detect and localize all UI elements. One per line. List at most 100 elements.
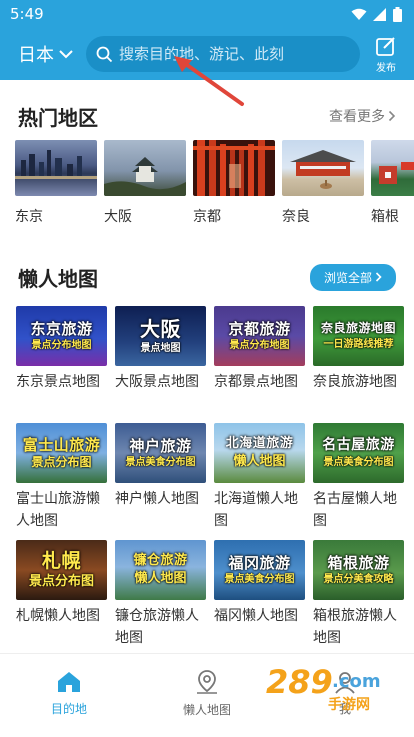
map-name: 北海道懒人地图 <box>214 491 298 529</box>
nav-label: 懒人地图 <box>182 703 231 717</box>
house-icon <box>58 672 80 692</box>
lazy-maps-title: 懒人地图 <box>18 266 98 291</box>
publish-label: 发布 <box>376 62 396 74</box>
map-card-nara[interactable]: 奈良旅游地图 一日游路线推荐 奈良旅游地图 <box>313 306 404 415</box>
map-name: 富士山旅游懒人地图 <box>16 491 100 529</box>
cover-subtitle: 景点美食分布图 <box>125 457 196 469</box>
map-card-nagoya[interactable]: 名古屋旅游 景点美食分布图 名古屋懒人地图 <box>313 423 404 532</box>
search-bar[interactable] <box>86 36 360 72</box>
hot-region-name: 大阪 <box>104 209 132 225</box>
nara-photo <box>282 140 364 196</box>
map-cover: 大阪 景点地图 <box>115 306 206 366</box>
hot-regions-list: 东京 大阪 京都 奈良 箱根 <box>0 140 414 226</box>
hot-region-name: 京都 <box>193 209 221 225</box>
map-name: 福冈懒人地图 <box>214 608 298 624</box>
map-cover: 镰仓旅游 懒人地图 <box>115 540 206 600</box>
cover-subtitle: 景点分美食攻略 <box>323 574 394 586</box>
hot-region-name: 东京 <box>15 209 43 225</box>
tokyo-photo <box>15 140 97 196</box>
publish-button[interactable]: 发布 <box>372 35 400 74</box>
hot-region-tokyo[interactable]: 东京 <box>15 140 97 226</box>
map-cover: 北海道旅游 懒人地图 <box>214 423 305 483</box>
map-name: 大阪景点地图 <box>115 374 199 390</box>
map-card-hakone[interactable]: 箱根旅游 景点分美食攻略 箱根旅游懒人地图 <box>313 540 404 649</box>
search-input[interactable] <box>119 45 348 63</box>
map-card-sapporo[interactable]: 札幌 景点分布图 札幌懒人地图 <box>16 540 107 649</box>
cover-subtitle: 懒人地图 <box>233 453 286 469</box>
hot-region-osaka[interactable]: 大阪 <box>104 140 186 226</box>
map-card-kamakura[interactable]: 镰仓旅游 懒人地图 镰仓旅游懒人地图 <box>115 540 206 649</box>
map-cover: 富士山旅游 景点分布图 <box>16 423 107 483</box>
map-name: 名古屋懒人地图 <box>313 491 397 529</box>
map-name: 镰仓旅游懒人地图 <box>115 608 199 646</box>
browse-all-button[interactable]: 浏览全部 <box>309 263 396 291</box>
nav-destination[interactable]: 目的地 <box>0 654 138 737</box>
hakone-photo <box>371 140 414 196</box>
cover-title: 箱根旅游 <box>327 553 390 572</box>
search-icon <box>96 46 113 62</box>
cover-title: 神户旅游 <box>129 436 192 455</box>
cover-subtitle: 景点分布图 <box>31 455 92 470</box>
map-name: 京都景点地图 <box>214 374 298 390</box>
map-card-osaka[interactable]: 大阪 景点地图 大阪景点地图 <box>115 306 206 415</box>
hot-region-nara[interactable]: 奈良 <box>282 140 364 226</box>
hot-region-name: 箱根 <box>371 209 399 225</box>
status-bar: 5:49 <box>0 0 414 28</box>
map-card-hokkaido[interactable]: 北海道旅游 懒人地图 北海道懒人地图 <box>214 423 305 532</box>
hot-regions-title: 热门地区 <box>18 105 98 130</box>
cover-title: 镰仓旅游 <box>133 553 188 569</box>
cover-subtitle: 懒人地图 <box>134 570 187 586</box>
hot-region-hakone[interactable]: 箱根 <box>371 140 414 226</box>
chevron-right-icon <box>375 272 382 282</box>
map-name: 奈良旅游地图 <box>313 374 397 390</box>
cover-subtitle: 景点美食分布图 <box>224 574 295 586</box>
lazy-maps-grid: 东京旅游 景点分布地图 东京景点地图 大阪 景点地图 大阪景点地图 京都旅游 景… <box>0 306 414 649</box>
map-cover: 札幌 景点分布图 <box>16 540 107 600</box>
cover-title: 奈良旅游地图 <box>320 321 396 336</box>
region-label: 日本 <box>18 45 54 66</box>
hot-region-name: 奈良 <box>282 209 310 225</box>
map-card-fuji[interactable]: 富士山旅游 景点分布图 富士山旅游懒人地图 <box>16 423 107 532</box>
cover-subtitle: 景点地图 <box>140 343 181 354</box>
cover-subtitle: 景点美食分布图 <box>323 456 394 468</box>
map-cover: 奈良旅游地图 一日游路线推荐 <box>313 306 404 366</box>
nav-me[interactable]: 我 <box>276 654 414 737</box>
cover-title: 富士山旅游 <box>22 435 101 454</box>
chevron-right-icon <box>388 110 396 122</box>
status-icons <box>351 6 402 22</box>
edit-icon <box>376 36 395 56</box>
map-name: 东京景点地图 <box>16 374 100 390</box>
see-more-link[interactable]: 查看更多 <box>329 106 396 126</box>
map-card-kyoto[interactable]: 京都旅游 景点分布地图 京都景点地图 <box>214 306 305 415</box>
map-name: 札幌懒人地图 <box>16 608 100 624</box>
osaka-photo <box>104 140 186 196</box>
battery-icon <box>393 6 402 22</box>
map-card-fukuoka[interactable]: 福冈旅游 景点美食分布图 福冈懒人地图 <box>214 540 305 649</box>
cover-title: 福冈旅游 <box>228 553 291 572</box>
nav-lazy-map[interactable]: 懒人地图 <box>138 654 276 737</box>
lazy-maps-header: 懒人地图 浏览全部 <box>0 262 414 292</box>
cover-title: 东京旅游 <box>30 319 93 338</box>
hot-regions-header: 热门地区 查看更多 <box>0 102 414 130</box>
region-select[interactable]: 日本 <box>18 41 74 67</box>
bottom-nav: 目的地 懒人地图 我 <box>0 653 414 737</box>
cover-title: 京都旅游 <box>228 319 291 338</box>
chevron-down-icon <box>59 50 73 59</box>
map-cover: 神户旅游 景点美食分布图 <box>115 423 206 483</box>
wifi-icon <box>351 8 367 20</box>
cover-title: 大阪 <box>140 317 181 341</box>
cover-subtitle: 景点分布地图 <box>31 340 92 352</box>
nav-label: 我 <box>338 702 351 716</box>
map-name: 神户懒人地图 <box>115 491 199 507</box>
map-card-tokyo[interactable]: 东京旅游 景点分布地图 东京景点地图 <box>16 306 107 415</box>
cover-subtitle: 一日游路线推荐 <box>323 338 394 350</box>
cover-subtitle: 景点分布地图 <box>229 340 290 352</box>
cover-title: 札幌 <box>41 549 81 572</box>
map-cover: 名古屋旅游 景点美食分布图 <box>313 423 404 483</box>
map-card-kobe[interactable]: 神户旅游 景点美食分布图 神户懒人地图 <box>115 423 206 532</box>
kyoto-photo <box>193 140 275 196</box>
map-pin-icon <box>197 670 217 694</box>
hot-region-kyoto[interactable]: 京都 <box>193 140 275 226</box>
cover-title: 北海道旅游 <box>225 436 294 452</box>
see-more-label: 查看更多 <box>329 109 385 125</box>
